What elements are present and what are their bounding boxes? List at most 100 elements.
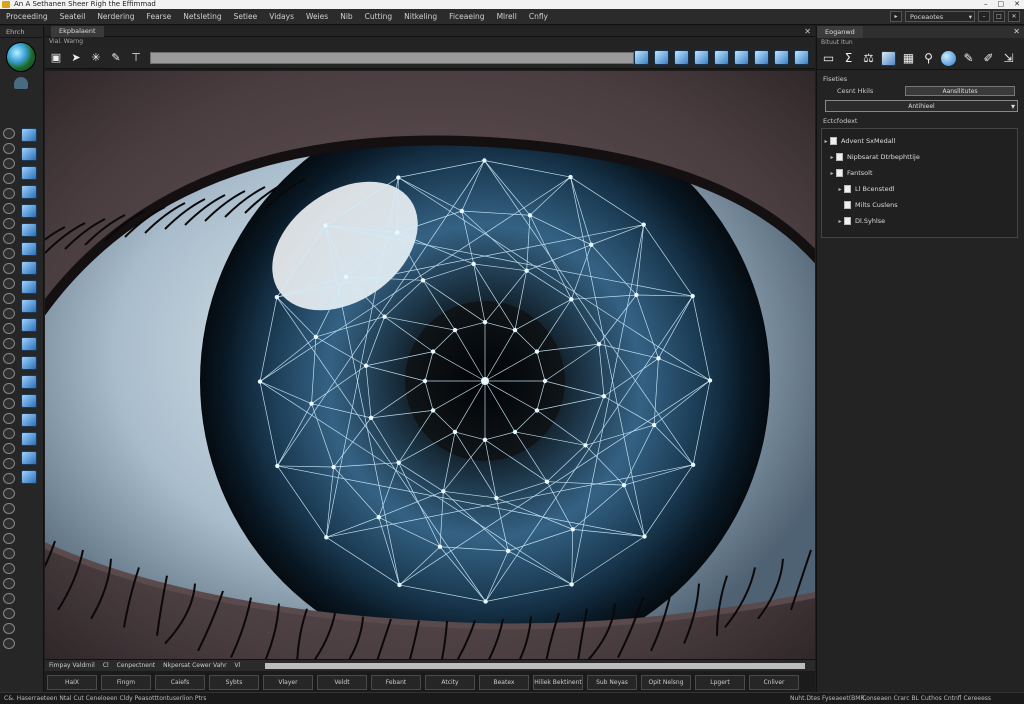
paint-icon[interactable]: [774, 50, 789, 65]
minimize-button[interactable]: –: [984, 0, 988, 9]
menu-item[interactable]: Setiee: [234, 12, 258, 21]
menu-item[interactable]: Nerdering: [97, 12, 134, 21]
properties-tab[interactable]: Eoganwd: [817, 26, 863, 38]
zoom-icon[interactable]: [21, 413, 37, 427]
new-file-icon[interactable]: ▣: [49, 51, 63, 65]
bottom-tab[interactable]: Veldt: [317, 675, 367, 690]
menu-item[interactable]: Weies: [306, 12, 328, 21]
menu-item[interactable]: Fearse: [147, 12, 172, 21]
globe-icon[interactable]: [941, 51, 956, 66]
tool-icon[interactable]: [3, 443, 15, 454]
tool-icon[interactable]: [3, 338, 15, 349]
shape-icon[interactable]: [21, 185, 37, 199]
tool-icon[interactable]: [3, 623, 15, 634]
tool-icon[interactable]: [3, 593, 15, 604]
edit-icon[interactable]: ✎: [109, 51, 123, 65]
eyedropper-icon[interactable]: [21, 299, 37, 313]
tool-icon[interactable]: [3, 488, 15, 499]
measure-icon[interactable]: [754, 50, 769, 65]
tree-item[interactable]: ▸ Dl.Syhlse: [822, 213, 1017, 229]
grid-icon[interactable]: ▦: [901, 51, 916, 66]
bottom-tab[interactable]: Cnliver: [749, 675, 799, 690]
menu-item[interactable]: Nib: [340, 12, 352, 21]
expand-arrow-icon[interactable]: ▸: [822, 138, 830, 145]
export-icon[interactable]: [21, 470, 37, 484]
move-icon[interactable]: [21, 204, 37, 218]
crop-icon[interactable]: [21, 147, 37, 161]
pencil-icon[interactable]: [21, 261, 37, 275]
frame-icon[interactable]: [21, 375, 37, 389]
tool-icon[interactable]: [3, 158, 15, 169]
bottom-tab[interactable]: Atcity: [425, 675, 475, 690]
export-icon[interactable]: [794, 50, 809, 65]
menu-item[interactable]: Seateil: [60, 12, 86, 21]
pin-icon[interactable]: ⊤: [129, 51, 143, 65]
layers-icon[interactable]: [654, 50, 669, 65]
wand-icon[interactable]: [714, 50, 729, 65]
tool-icon[interactable]: [3, 533, 15, 544]
layer-icon[interactable]: [21, 280, 37, 294]
menu-item[interactable]: Mlrell: [497, 12, 517, 21]
tool-icon[interactable]: [3, 188, 15, 199]
gradient-icon[interactable]: [21, 356, 37, 370]
sigma-icon[interactable]: Σ: [841, 51, 856, 66]
image-icon[interactable]: [881, 51, 896, 66]
tool-icon[interactable]: [3, 353, 15, 364]
tool-icon[interactable]: [3, 578, 15, 589]
tool-icon[interactable]: [3, 128, 15, 139]
tool-icon[interactable]: [3, 413, 15, 424]
tool-icon[interactable]: [3, 263, 15, 274]
display-icon[interactable]: [694, 50, 709, 65]
tree-item[interactable]: ▸ Advent SxMedall: [822, 133, 1017, 149]
bottom-tab[interactable]: Opit Nelsng: [641, 675, 691, 690]
cursor-icon[interactable]: ➤: [69, 51, 83, 65]
tool-icon[interactable]: [3, 293, 15, 304]
horizontal-scrollbar[interactable]: [265, 663, 805, 669]
maximize-button[interactable]: □: [998, 0, 1005, 9]
minimize-icon[interactable]: –: [978, 11, 990, 22]
select-icon[interactable]: [21, 166, 37, 180]
export-icon[interactable]: ⇲: [1001, 51, 1016, 66]
tool-icon[interactable]: [3, 638, 15, 649]
tree-item[interactable]: Milts Cuslens: [822, 197, 1017, 213]
close-icon[interactable]: ✕: [804, 26, 811, 37]
text-icon[interactable]: [21, 394, 37, 408]
folder-icon[interactable]: ▭: [821, 51, 836, 66]
expand-arrow-icon[interactable]: ▸: [828, 170, 836, 177]
tool-icon[interactable]: [3, 428, 15, 439]
tool-icon[interactable]: [3, 218, 15, 229]
bottom-tab[interactable]: Sybts: [209, 675, 259, 690]
workspace-dropdown[interactable]: Poceaotes: [905, 11, 975, 22]
document-tab[interactable]: Ekpbalaent: [51, 25, 104, 37]
tool-icon[interactable]: [3, 518, 15, 529]
restore-icon[interactable]: □: [993, 11, 1005, 22]
tool-icon[interactable]: [3, 503, 15, 514]
transform-icon[interactable]: [21, 242, 37, 256]
bottom-tab[interactable]: Hiliek Bektinent: [533, 675, 583, 690]
close-button[interactable]: ✕: [1014, 0, 1020, 9]
globe-icon[interactable]: [6, 42, 36, 72]
tool-icon[interactable]: [3, 458, 15, 469]
brush-icon[interactable]: [21, 128, 37, 142]
arrange-button[interactable]: ▸: [890, 11, 902, 22]
property-select[interactable]: Antihieel: [825, 100, 1018, 112]
menu-item[interactable]: Vidays: [269, 12, 294, 21]
bottom-tab[interactable]: Febant: [371, 675, 421, 690]
mask-icon[interactable]: [21, 451, 37, 465]
tool-icon[interactable]: [3, 563, 15, 574]
path-input[interactable]: [150, 52, 634, 64]
scale-icon[interactable]: ⚖: [861, 51, 876, 66]
search-icon[interactable]: ⚲: [921, 51, 936, 66]
zoom-icon[interactable]: [734, 50, 749, 65]
close-icon[interactable]: ✕: [1013, 26, 1020, 38]
edit-icon[interactable]: ✎: [961, 51, 976, 66]
bottom-tab[interactable]: Caiefs: [155, 675, 205, 690]
menu-item[interactable]: Cutting: [365, 12, 392, 21]
bottom-tab[interactable]: Vlayer: [263, 675, 313, 690]
brush-icon[interactable]: ✐: [981, 51, 996, 66]
bottom-tab[interactable]: Beatex: [479, 675, 529, 690]
clone-icon[interactable]: [21, 337, 37, 351]
lasso-icon[interactable]: [21, 318, 37, 332]
tool-icon[interactable]: [3, 233, 15, 244]
tool-icon[interactable]: [3, 203, 15, 214]
